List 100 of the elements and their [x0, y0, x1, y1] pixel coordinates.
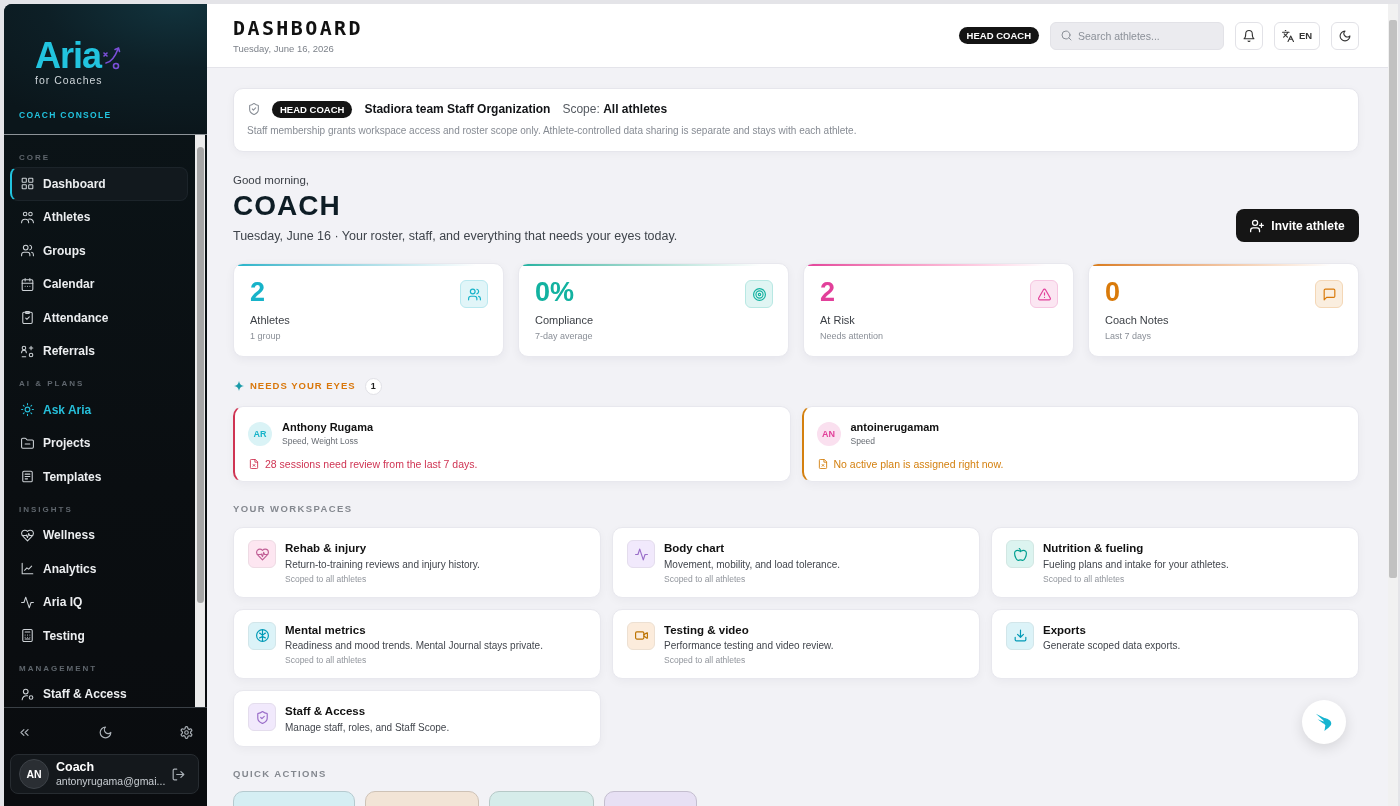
sidebar-item[interactable]: Ask Aria: [10, 393, 188, 427]
athlete-tags: Speed, Weight Loss: [282, 436, 358, 447]
workspace-title: Body chart: [664, 541, 725, 555]
people-icon: [460, 280, 488, 308]
stat-note: Needs attention: [820, 330, 884, 342]
workspace-scope: Scoped to all athletes: [285, 573, 367, 585]
calendar-icon: [21, 277, 34, 291]
sidebar-item[interactable]: Projects: [10, 426, 188, 460]
workspace-card[interactable]: Body chart Movement, mobility, and load tolerance. Scoped to all athletes: [612, 527, 980, 598]
invite-athlete-button[interactable]: Invite athlete: [1236, 209, 1359, 242]
workspace-description: Readiness and mood trends. Mental Journal stays private.: [285, 639, 543, 652]
sidebar-item[interactable]: Referrals: [10, 334, 188, 368]
avatar: AR: [248, 422, 272, 446]
sidebar-item[interactable]: Dashboard: [10, 167, 188, 201]
section-label: CORE: [18, 153, 51, 163]
user-card[interactable]: AN Coach antonyrugama@gmai...: [10, 754, 199, 794]
calculator-icon: [21, 629, 34, 643]
stat-note: 7-day average: [535, 330, 593, 342]
user-name: Coach: [56, 760, 95, 775]
sidebar-item[interactable]: Aria IQ: [10, 585, 188, 619]
logout-icon: [171, 767, 185, 781]
workspace-title: Nutrition & fueling: [1043, 541, 1144, 555]
stat-label: Athletes: [250, 313, 290, 327]
translate-icon: [1281, 29, 1294, 42]
page-date: Tuesday, June 16, 2026: [233, 43, 335, 55]
sidebar-item[interactable]: Groups: [10, 234, 188, 268]
people-icon: [21, 210, 34, 224]
athlete-tags: Speed: [850, 436, 876, 447]
settings-icon: [179, 725, 193, 739]
stat-label: Compliance: [535, 313, 594, 327]
role-badge: HEAD COACH: [272, 100, 353, 118]
user-key-icon: [21, 687, 34, 701]
moon-icon: [98, 725, 112, 739]
avatar: AN: [19, 759, 49, 789]
pulse-line-icon: [21, 595, 34, 609]
shield-check-icon: [248, 103, 260, 115]
sidebar-item[interactable]: Wellness: [10, 518, 188, 552]
sidebar-item[interactable]: Staff & Access: [10, 677, 188, 707]
logo-wordmark: Aria: [35, 40, 102, 72]
stat-label: At Risk: [820, 313, 855, 327]
workspace-title: Testing & video: [664, 622, 749, 637]
assistant-button[interactable]: [1302, 700, 1346, 744]
sidebar-item[interactable]: Analytics: [10, 552, 188, 586]
workspace-card[interactable]: Nutrition & fueling Fueling plans and intake for your athletes. Scoped to all athletes: [991, 527, 1359, 598]
workspace-card[interactable]: Exports Generate scoped data exports.: [991, 608, 1359, 679]
notifications-button[interactable]: [1235, 21, 1263, 50]
stat-value: 2: [820, 278, 836, 306]
console-label: COACH CONSOLE: [19, 110, 112, 120]
workspace-card[interactable]: Mental metrics Readiness and mood trends. Mental Journal stays private. Scoped to all athletes: [233, 608, 601, 679]
sidebar-item[interactable]: Calendar: [10, 267, 188, 301]
alert-message: No active plan is assigned right now.: [833, 457, 1004, 471]
line-chart-icon: [21, 562, 34, 576]
play-diagram-icon: [103, 46, 122, 72]
scrollbar-thumb[interactable]: [196, 147, 204, 603]
sun-icon: [21, 403, 34, 417]
search-field[interactable]: Search athletes...: [1050, 21, 1224, 50]
sparkle-icon: [234, 381, 244, 391]
user-email: antonyrugama@gmai...: [56, 775, 166, 788]
workspace-card[interactable]: Staff & Access Manage staff, roles, and Staff Scope.: [233, 690, 601, 747]
document-icon: [21, 470, 34, 484]
sidebar-item[interactable]: Athletes: [10, 200, 188, 234]
greeting-text: Good morning,: [233, 173, 310, 187]
page-title: DASHBOARD: [233, 16, 363, 40]
coach-name-heading: COACH: [233, 189, 341, 223]
target-icon: [745, 280, 773, 308]
alert-message: 28 sessions need review from the last 7 days.: [265, 457, 478, 471]
document-icon: [249, 459, 259, 469]
alert-card[interactable]: AR Anthony Rugama Speed, Weight Loss 28 sessions need review from the last 7 days.: [233, 406, 791, 482]
banner-note: Staff membership grants workspace access and roster scope only. Athlete-controlled data sharing is separate and stays with each athlete.: [247, 124, 857, 138]
workspace-card[interactable]: Rehab & injury Return-to-training reviews and injury history. Scoped to all athletes: [233, 527, 601, 598]
language-button[interactable]: EN: [1274, 21, 1320, 50]
workspace-description: Return-to-training reviews and injury history.: [285, 557, 480, 571]
workspace-description: Manage staff, roles, and Staff Scope.: [285, 720, 450, 734]
sidebar-item[interactable]: Testing: [10, 619, 188, 653]
stat-value: 2: [250, 278, 266, 306]
stat-value: 0%: [535, 278, 575, 306]
workspace-title: Mental metrics: [285, 622, 366, 637]
grid-icon: [21, 177, 34, 191]
count-badge: 1: [364, 377, 382, 395]
group-icon: [21, 244, 34, 258]
heart-pulse-icon: [21, 528, 34, 542]
scrollbar-thumb[interactable]: [1389, 20, 1397, 578]
scope-text: Scope: All athletes: [562, 102, 668, 116]
workspace-title: Rehab & injury: [285, 541, 367, 555]
search-icon: [1061, 30, 1072, 41]
theme-toggle-button[interactable]: [1331, 21, 1359, 50]
athlete-name: Anthony Rugama: [282, 421, 374, 434]
workspace-scope: Scoped to all athletes: [664, 573, 746, 585]
workspace-scope: Scoped to all athletes: [285, 655, 367, 666]
stat-value: 0: [1105, 278, 1121, 306]
folder-icon: [21, 436, 34, 450]
people-plus-icon: [21, 344, 34, 358]
workspace-card[interactable]: Testing & video Performance testing and video review. Scoped to all athletes: [612, 608, 980, 679]
document-icon: [817, 459, 828, 469]
sidebar-item[interactable]: Templates: [10, 460, 188, 494]
section-label: AI & PLANS: [18, 379, 85, 389]
sidebar-item[interactable]: Attendance: [10, 301, 188, 335]
athlete-name: antoinerugamam: [850, 421, 940, 434]
alert-card[interactable]: AN antoinerugamam Speed No active plan is assigned right now.: [801, 406, 1359, 482]
section-label: INSIGHTS: [18, 504, 73, 515]
